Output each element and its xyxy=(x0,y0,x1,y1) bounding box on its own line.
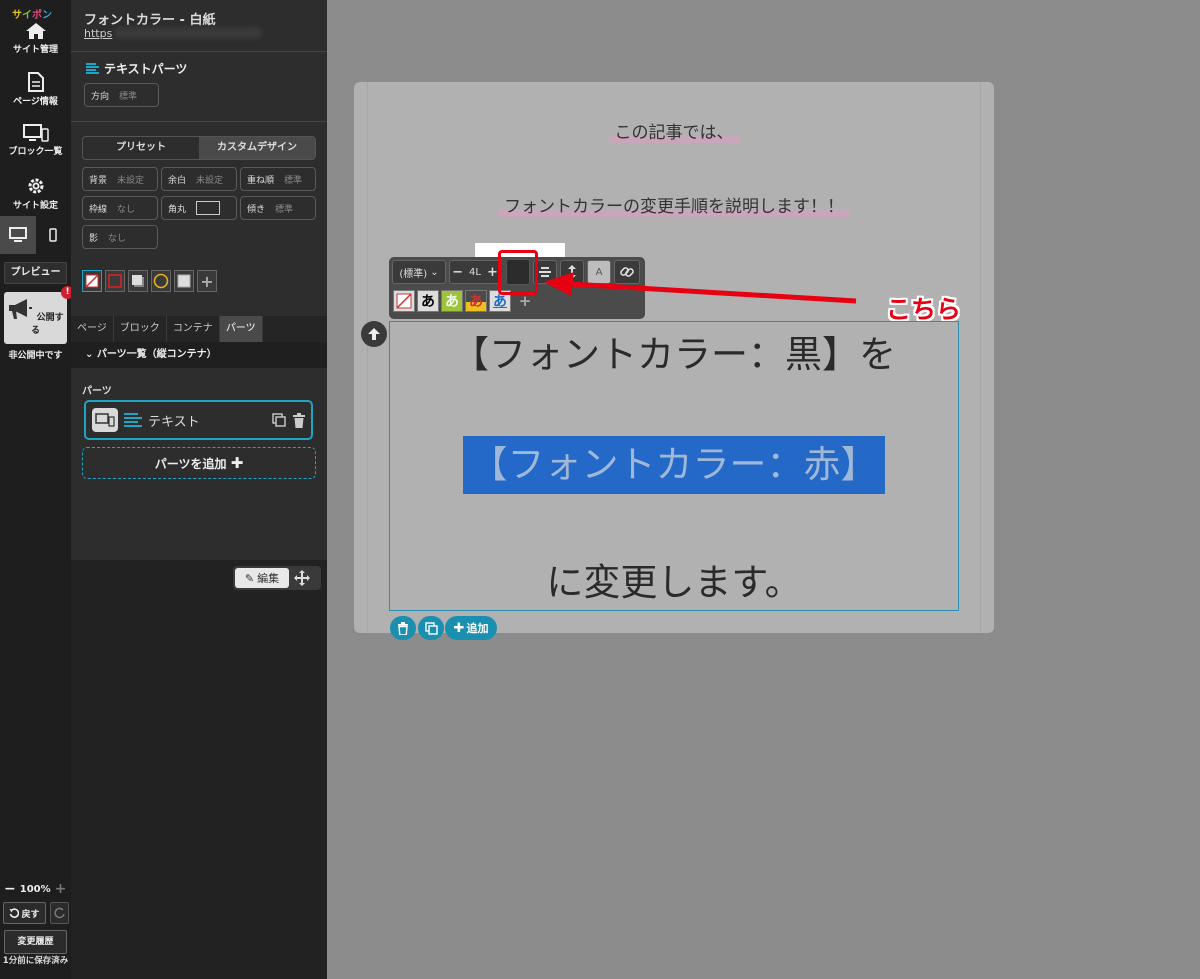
shadow-field[interactable]: 影なし xyxy=(82,225,158,249)
arrow-annotation xyxy=(544,272,857,304)
text-line-black[interactable]: 【フォントカラー：黒】を xyxy=(389,324,959,378)
arrow-up-icon xyxy=(368,328,380,340)
publish-status: 非公開中です xyxy=(8,351,63,361)
text-align-icon xyxy=(124,413,142,427)
swatch-shadow[interactable] xyxy=(128,270,148,292)
parts-list-header[interactable]: ⌄ パーツ一覧（縦コンテナ） xyxy=(71,342,327,368)
swatch-none[interactable] xyxy=(82,270,102,292)
add-part-inline-button[interactable]: ✚ 追加 xyxy=(445,616,497,640)
line-height-stepper[interactable]: −4L + xyxy=(449,260,501,284)
mobile-icon xyxy=(49,228,57,242)
style-swatches: + xyxy=(82,270,217,292)
redo-button[interactable] xyxy=(50,902,69,924)
tab-page[interactable]: ページ xyxy=(71,316,114,342)
zoom-out-icon[interactable]: − xyxy=(4,881,16,897)
no-style-icon xyxy=(396,293,412,309)
home-icon xyxy=(25,23,46,39)
delete-part-button[interactable] xyxy=(390,616,416,640)
document-icon xyxy=(27,72,44,92)
tab-container[interactable]: コンテナ xyxy=(167,316,220,342)
page-url[interactable]: https xyxy=(84,27,112,40)
publish-button[interactable]: 公開する xyxy=(4,292,67,344)
url-redacted xyxy=(114,27,262,39)
divider xyxy=(71,51,327,52)
intro-line-2[interactable]: フォントカラーの変更手順を説明します！！ xyxy=(0,192,1200,217)
circle-icon xyxy=(153,273,169,289)
page-info-button[interactable]: ページ情報 xyxy=(0,72,71,107)
panel-tabs: ページ ブロック コンテナ パーツ xyxy=(71,316,327,342)
chevron-down-icon: ⌄ xyxy=(430,266,439,278)
parts-label: パーツ xyxy=(82,386,112,397)
megaphone-icon xyxy=(9,299,33,319)
add-swatch-button[interactable]: + xyxy=(197,270,217,292)
text-align-icon xyxy=(86,63,99,74)
undo-icon xyxy=(9,908,20,918)
plus-icon[interactable]: + xyxy=(487,265,498,280)
device-toggle xyxy=(0,216,71,254)
pencil-icon: ✎ xyxy=(244,571,255,585)
swatch-red-border[interactable] xyxy=(105,270,125,292)
device-visibility-icon[interactable] xyxy=(92,408,118,432)
duplicate-part-button[interactable] xyxy=(418,616,444,640)
move-up-button[interactable] xyxy=(361,321,387,347)
section-title: テキストパーツ xyxy=(86,60,187,77)
char-style-marker[interactable]: あ xyxy=(465,290,487,312)
copy-icon[interactable] xyxy=(272,413,286,427)
zoom-control: − 100% + xyxy=(4,881,70,897)
part-name: テキスト xyxy=(148,414,200,430)
square-icon xyxy=(108,274,122,288)
page-title: フォントカラー - 白紙 xyxy=(84,13,216,28)
part-item-text[interactable]: テキスト xyxy=(84,400,313,440)
edit-bar: ✎ 編集 xyxy=(233,566,321,590)
swatch-plain[interactable] xyxy=(174,270,194,292)
save-status: 1分前に保存済み xyxy=(2,956,69,966)
tab-parts[interactable]: パーツ xyxy=(219,316,263,342)
trash-icon[interactable] xyxy=(292,412,306,428)
plus-icon: + xyxy=(200,271,214,291)
redo-icon xyxy=(53,907,65,919)
shadow-square-icon xyxy=(132,275,144,287)
char-style-green[interactable]: あ xyxy=(441,290,463,312)
zoom-in-icon[interactable]: + xyxy=(55,881,67,897)
desktop-view-button[interactable] xyxy=(0,216,36,254)
plain-square-icon xyxy=(177,274,191,288)
intro-line-1[interactable]: この記事では、 xyxy=(0,118,1200,143)
mobile-view-button[interactable] xyxy=(36,216,72,254)
zoom-level: 100% xyxy=(19,883,51,895)
trash-icon xyxy=(398,621,408,635)
chevron-down-icon: ⌄ xyxy=(85,349,97,360)
site-manage-button[interactable]: サイト管理 xyxy=(0,22,71,55)
copy-icon xyxy=(424,621,438,635)
no-style-icon xyxy=(85,274,99,288)
highlight-box xyxy=(498,250,538,295)
z-order-field[interactable]: 重ね順 標準 xyxy=(240,167,316,191)
background-field[interactable]: 背景 未設定 xyxy=(82,167,158,191)
minus-icon[interactable]: − xyxy=(452,265,463,280)
padding-field[interactable]: 余白 未設定 xyxy=(161,167,237,191)
text-line-red-selected[interactable]: 【フォントカラー：赤】 xyxy=(463,436,885,494)
text-line-end[interactable]: に変更します。 xyxy=(389,552,959,606)
direction-field[interactable]: 方向 標準 xyxy=(84,83,159,107)
preview-button[interactable]: プレビュー xyxy=(4,262,67,284)
edit-button[interactable]: ✎ 編集 xyxy=(235,568,289,588)
plus-icon: ✚ xyxy=(453,620,465,636)
add-part-button[interactable]: パーツを追加 ✚ xyxy=(82,447,316,479)
desktop-icon xyxy=(8,227,27,242)
swatch-circle[interactable] xyxy=(151,270,171,292)
plus-icon: ✚ xyxy=(230,454,244,472)
char-style-black[interactable]: あ xyxy=(417,290,439,312)
editor-panel-lower xyxy=(71,560,327,979)
text-style-select[interactable]: (標準) ⌄ xyxy=(392,260,446,284)
history-button[interactable]: 変更履歴 xyxy=(4,930,67,954)
move-icon[interactable] xyxy=(293,569,311,587)
char-style-none[interactable] xyxy=(393,290,415,312)
tab-block[interactable]: ブロック xyxy=(114,316,167,342)
app-logo[interactable]: サイポン xyxy=(12,6,52,21)
undo-button[interactable]: 戻す xyxy=(3,902,46,924)
